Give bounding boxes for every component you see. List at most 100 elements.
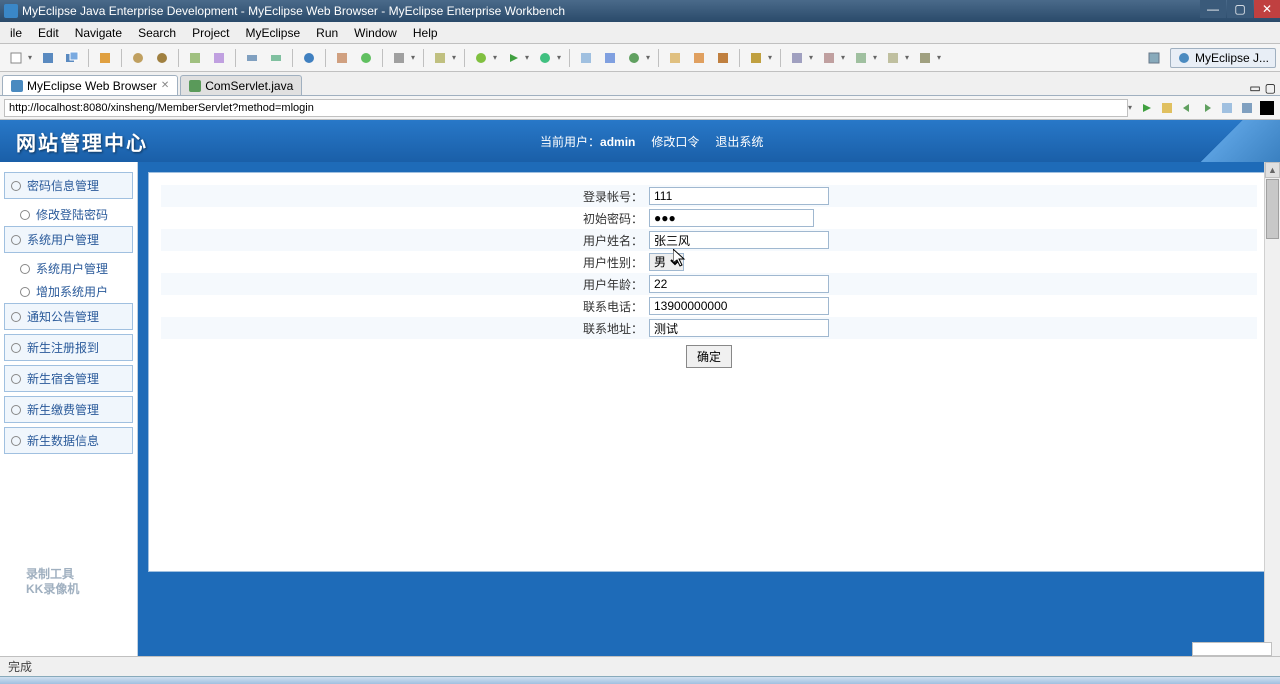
tb-icon-8[interactable]	[356, 48, 376, 68]
nav-logout[interactable]: 退出系统	[715, 133, 763, 150]
input-name[interactable]	[649, 231, 829, 249]
url-nav-2[interactable]	[1178, 99, 1196, 117]
tb-icon-4[interactable]	[209, 48, 229, 68]
tb-icon-7[interactable]	[332, 48, 352, 68]
debug-button[interactable]	[471, 48, 491, 68]
menu-project[interactable]: Project	[184, 23, 237, 43]
url-nav-3[interactable]	[1198, 99, 1216, 117]
nav-change-password[interactable]: 修改口令	[651, 133, 699, 150]
tb-icon-15[interactable]	[689, 48, 709, 68]
browser-icon[interactable]	[299, 48, 319, 68]
tab-browser[interactable]: MyEclipse Web Browser ✕	[2, 75, 178, 95]
url-nav-4[interactable]	[1218, 99, 1236, 117]
content-area: 登录帐号： 初始密码： 用户姓名： 用户性别： 男 用户年龄：	[138, 162, 1280, 656]
sidebar-sys-user-list[interactable]: 系统用户管理	[4, 257, 133, 280]
menu-help[interactable]: Help	[405, 23, 446, 43]
tb-icon-18[interactable]	[787, 48, 807, 68]
tb-icon-20[interactable]	[851, 48, 871, 68]
web-body: 密码信息管理 修改登陆密码 系统用户管理 系统用户管理 增加系统用户 通知公告管…	[0, 162, 1280, 656]
menu-myeclipse[interactable]: MyEclipse	[237, 23, 308, 43]
open-type-button[interactable]	[95, 48, 115, 68]
tb-icon-22[interactable]	[915, 48, 935, 68]
tb-icon-3[interactable]	[185, 48, 205, 68]
perspective-label: MyEclipse J...	[1195, 51, 1269, 65]
status-progress	[1192, 642, 1272, 656]
tb-icon-9[interactable]	[389, 48, 409, 68]
scroll-up-icon[interactable]: ▲	[1265, 162, 1280, 178]
sidebar-add-sys-user[interactable]: 增加系统用户	[4, 280, 133, 303]
url-nav-1[interactable]	[1158, 99, 1176, 117]
menu-run[interactable]: Run	[308, 23, 346, 43]
input-password[interactable]	[649, 209, 814, 227]
save-button[interactable]	[38, 48, 58, 68]
save-all-button[interactable]	[62, 48, 82, 68]
input-account[interactable]	[649, 187, 829, 205]
tab-comserservlet-label: ComServlet.java	[205, 79, 293, 93]
input-address[interactable]	[649, 319, 829, 337]
run-last-button[interactable]	[535, 48, 555, 68]
current-user-value: admin	[600, 135, 635, 149]
tb-icon-11[interactable]	[576, 48, 596, 68]
menu-edit[interactable]: Edit	[30, 23, 67, 43]
tb-icon-10[interactable]	[430, 48, 450, 68]
sidebar-register[interactable]: 新生注册报到	[4, 334, 133, 361]
url-input[interactable]	[4, 99, 1128, 117]
window-close[interactable]: ✕	[1254, 0, 1280, 18]
submit-button[interactable]: 确定	[686, 345, 732, 368]
scroll-thumb[interactable]	[1266, 179, 1279, 239]
url-dropdown-icon[interactable]: ▾	[1128, 103, 1136, 112]
menu-search[interactable]: Search	[130, 23, 184, 43]
tb-icon-6[interactable]	[266, 48, 286, 68]
select-gender[interactable]: 男	[649, 253, 684, 271]
window-minimize[interactable]: —	[1200, 0, 1226, 18]
sidebar: 密码信息管理 修改登陆密码 系统用户管理 系统用户管理 增加系统用户 通知公告管…	[0, 162, 138, 656]
window-maximize[interactable]: ▢	[1227, 0, 1253, 18]
tab-browser-label: MyEclipse Web Browser	[27, 79, 157, 93]
run-button[interactable]	[503, 48, 523, 68]
menu-file[interactable]: ile	[2, 23, 30, 43]
vertical-scrollbar[interactable]: ▲	[1264, 162, 1280, 656]
sidebar-notice-manage[interactable]: 通知公告管理	[4, 303, 133, 330]
editor-maximize-icon[interactable]: ▢	[1265, 81, 1276, 95]
tb-icon-1[interactable]	[128, 48, 148, 68]
tb-icon-19[interactable]	[819, 48, 839, 68]
menu-navigate[interactable]: Navigate	[67, 23, 130, 43]
new-button[interactable]	[6, 48, 26, 68]
url-nav-5[interactable]	[1238, 99, 1256, 117]
tb-icon-2[interactable]	[152, 48, 172, 68]
browser-url-bar: ▾	[0, 96, 1280, 120]
tab-comserservlet[interactable]: ComServlet.java	[180, 75, 302, 95]
label-phone: 联系电话：	[161, 298, 649, 315]
browser-tab-icon	[11, 80, 23, 92]
tb-icon-16[interactable]	[713, 48, 733, 68]
editor-minimize-icon[interactable]: ▭	[1249, 81, 1260, 95]
tb-icon-12[interactable]	[600, 48, 620, 68]
current-user-label: 当前用户：	[540, 135, 600, 149]
open-perspective-button[interactable]	[1144, 48, 1164, 68]
tb-icon-5[interactable]	[242, 48, 262, 68]
sidebar-sys-user-manage[interactable]: 系统用户管理	[4, 226, 133, 253]
tb-icon-13[interactable]	[624, 48, 644, 68]
status-text: 完成	[8, 658, 32, 675]
input-phone[interactable]	[649, 297, 829, 315]
input-age[interactable]	[649, 275, 829, 293]
perspective-myeclipse[interactable]: MyEclipse J...	[1170, 48, 1276, 68]
menubar: ile Edit Navigate Search Project MyEclip…	[0, 22, 1280, 44]
menu-window[interactable]: Window	[346, 23, 405, 43]
sidebar-dorm-manage[interactable]: 新生宿舍管理	[4, 365, 133, 392]
label-address: 联系地址：	[161, 320, 649, 337]
window-titlebar: MyEclipse Java Enterprise Development - …	[0, 0, 1280, 22]
tb-icon-14[interactable]	[665, 48, 685, 68]
sidebar-data-info[interactable]: 新生数据信息	[4, 427, 133, 454]
label-account: 登录帐号：	[161, 188, 649, 205]
tb-icon-21[interactable]	[883, 48, 903, 68]
sidebar-fee-manage[interactable]: 新生缴费管理	[4, 396, 133, 423]
status-bar: 完成	[0, 656, 1280, 676]
sidebar-password-manage[interactable]: 密码信息管理	[4, 172, 133, 199]
tb-icon-17[interactable]	[746, 48, 766, 68]
url-go-button[interactable]	[1138, 99, 1156, 117]
tab-close-icon[interactable]: ✕	[161, 80, 169, 91]
sidebar-change-login-pw[interactable]: 修改登陆密码	[4, 203, 133, 226]
app-icon	[4, 4, 18, 18]
url-stop-button[interactable]	[1258, 99, 1276, 117]
